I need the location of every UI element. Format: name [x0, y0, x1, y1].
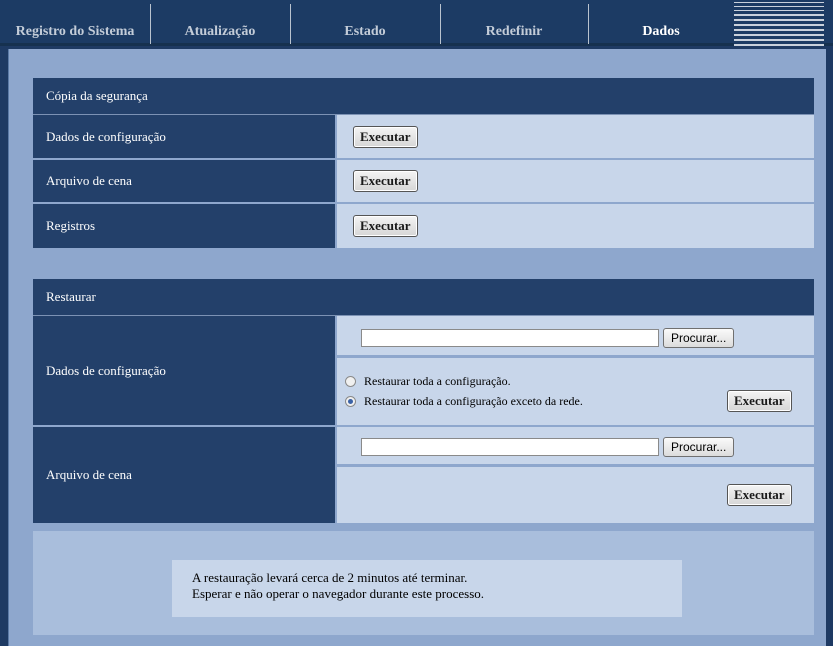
backup-logs-label: Registros [33, 204, 337, 248]
tab-status[interactable]: Estado [290, 4, 440, 46]
restore-scene-file-picker: Procurar... [361, 437, 735, 457]
backup-scene-label: Arquivo de cena [33, 160, 337, 202]
restore-config-file-input[interactable] [361, 329, 659, 347]
tab-bar-decoration [734, 14, 824, 46]
backup-logs-cell: Executar [337, 204, 814, 248]
restore-scene-browse-button[interactable]: Procurar... [663, 437, 735, 457]
restore-option-except-network[interactable]: Restaurar toda a configuração exceto da … [345, 394, 583, 409]
notice-box: A restauração levará cerca de 2 minutos … [172, 560, 682, 617]
restore-config-browse-button[interactable]: Procurar... [663, 328, 735, 348]
restore-scene-execute-button[interactable]: Executar [727, 484, 792, 506]
restore-section-title: Restaurar [33, 279, 814, 316]
restore-config-execute-button[interactable]: Executar [727, 390, 792, 412]
backup-section: Cópia da segurança Dados de configuração… [33, 78, 814, 248]
restore-scene-cell: Procurar... Executar [337, 427, 814, 523]
backup-config-execute-button[interactable]: Executar [353, 125, 418, 148]
restore-section: Restaurar Dados de configuração Procurar… [33, 279, 814, 523]
restore-option-all[interactable]: Restaurar toda a configuração. [345, 374, 511, 389]
tab-bar: Registro do Sistema Atualização Estado R… [0, 0, 833, 46]
backup-scene-execute-button[interactable]: Executar [353, 170, 418, 192]
restore-scene-divider [337, 464, 814, 467]
data-settings-panel: Cópia da segurança Dados de configuração… [8, 49, 826, 646]
tab-bar-decoration-top [734, 2, 824, 14]
restore-config-file-picker: Procurar... [361, 328, 735, 348]
backup-row-scene: Arquivo de cena Executar [33, 160, 814, 204]
notice-line-2: Esperar e não operar o navegador durante… [192, 586, 485, 601]
backup-logs-execute-button[interactable]: Executar [353, 215, 418, 237]
restore-config-cell: Procurar... Restaurar toda a configuraçã… [337, 316, 814, 425]
backup-config-cell: Executar [337, 115, 814, 158]
restore-config-divider [337, 355, 814, 358]
backup-config-label: Dados de configuração [33, 115, 337, 158]
backup-row-config: Dados de configuração Executar [33, 115, 814, 160]
backup-scene-cell: Executar [337, 160, 814, 202]
tab-system-log[interactable]: Registro do Sistema [0, 18, 150, 46]
restore-option-except-network-label: Restaurar toda a configuração exceto da … [364, 394, 583, 408]
notice-area: A restauração levará cerca de 2 minutos … [33, 531, 814, 635]
tab-update[interactable]: Atualização [150, 4, 290, 46]
notice-line-1: A restauração levará cerca de 2 minutos … [192, 570, 468, 585]
restore-option-all-radio[interactable] [345, 376, 356, 387]
backup-row-logs: Registros Executar [33, 204, 814, 248]
tab-data[interactable]: Dados [588, 4, 734, 46]
restore-row-scene: Arquivo de cena Procurar... Executar [33, 427, 814, 523]
backup-section-title: Cópia da segurança [33, 78, 814, 115]
restore-row-config: Dados de configuração Procurar... Restau… [33, 316, 814, 427]
restore-scene-label: Arquivo de cena [33, 427, 337, 523]
tab-reset[interactable]: Redefinir [440, 4, 588, 46]
restore-scene-file-input[interactable] [361, 438, 659, 456]
restore-option-all-label: Restaurar toda a configuração. [364, 374, 511, 388]
restore-config-label: Dados de configuração [33, 316, 337, 425]
restore-option-except-network-radio[interactable] [345, 396, 356, 407]
